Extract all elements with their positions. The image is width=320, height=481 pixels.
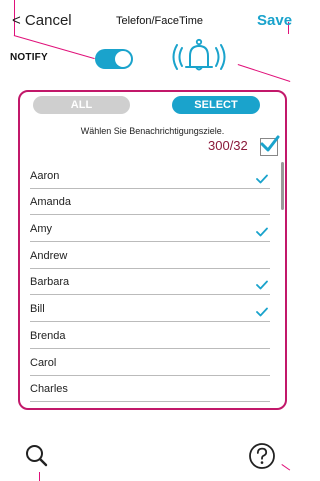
contact-name: Charles (30, 383, 68, 396)
contact-name: Brenda (30, 329, 66, 342)
contact-name: Carol (30, 356, 57, 369)
annotation-pointer (39, 472, 40, 481)
check-icon (260, 135, 280, 152)
contact-row[interactable]: Aaron (30, 162, 270, 189)
contact-row[interactable]: Charles (30, 376, 270, 403)
scrollbar[interactable] (281, 162, 284, 210)
contact-row[interactable]: Amy (30, 215, 270, 243)
save-button[interactable]: Save (257, 12, 292, 29)
check-icon (256, 307, 268, 317)
search-icon[interactable] (24, 443, 50, 469)
instruction-text: Wählen Sie Benachrichtigungsziele. (80, 126, 225, 136)
contact-row[interactable]: Bill (30, 295, 270, 323)
contact-name: Bill (30, 303, 45, 316)
contact-list: Aaron Amanda Amy Andrew Barbara Bill Brenda Car… (30, 162, 270, 403)
contact-selection-panel: ALL SELECT Wählen Sie Benachrichtigungsz… (18, 90, 287, 410)
filter-select-button[interactable]: SELECT (172, 96, 260, 114)
contact-row[interactable]: Amanda (30, 189, 270, 216)
selection-count: 300/32 (208, 138, 248, 153)
contact-name: Amanda (30, 196, 71, 209)
contact-row[interactable]: Carol (30, 349, 270, 376)
contact-row[interactable]: Brenda (30, 322, 270, 349)
contact-name: Amy (30, 223, 52, 236)
contact-row[interactable]: Barbara (30, 269, 270, 296)
notify-toggle[interactable] (95, 49, 133, 69)
help-icon[interactable] (247, 441, 277, 471)
contact-name: Barbara (30, 276, 70, 289)
annotation-pointer (281, 464, 291, 471)
bell-icon[interactable] (169, 38, 229, 72)
cancel-button[interactable]: < Cancel (12, 12, 72, 29)
contact-name: Andrew (30, 249, 68, 262)
annotation-pointer (237, 64, 291, 82)
check-icon (256, 174, 268, 184)
page-title: Telefon/FaceTime (116, 15, 204, 27)
toggle-knob (115, 51, 131, 67)
contact-name: Aaron (30, 169, 60, 182)
notify-label: NOTIFY (10, 52, 48, 63)
select-all-checkbox[interactable] (260, 135, 280, 156)
filter-all-button[interactable]: ALL (33, 96, 130, 114)
check-icon (256, 227, 268, 237)
contact-row[interactable]: Andrew (30, 242, 270, 269)
check-icon (256, 281, 268, 290)
